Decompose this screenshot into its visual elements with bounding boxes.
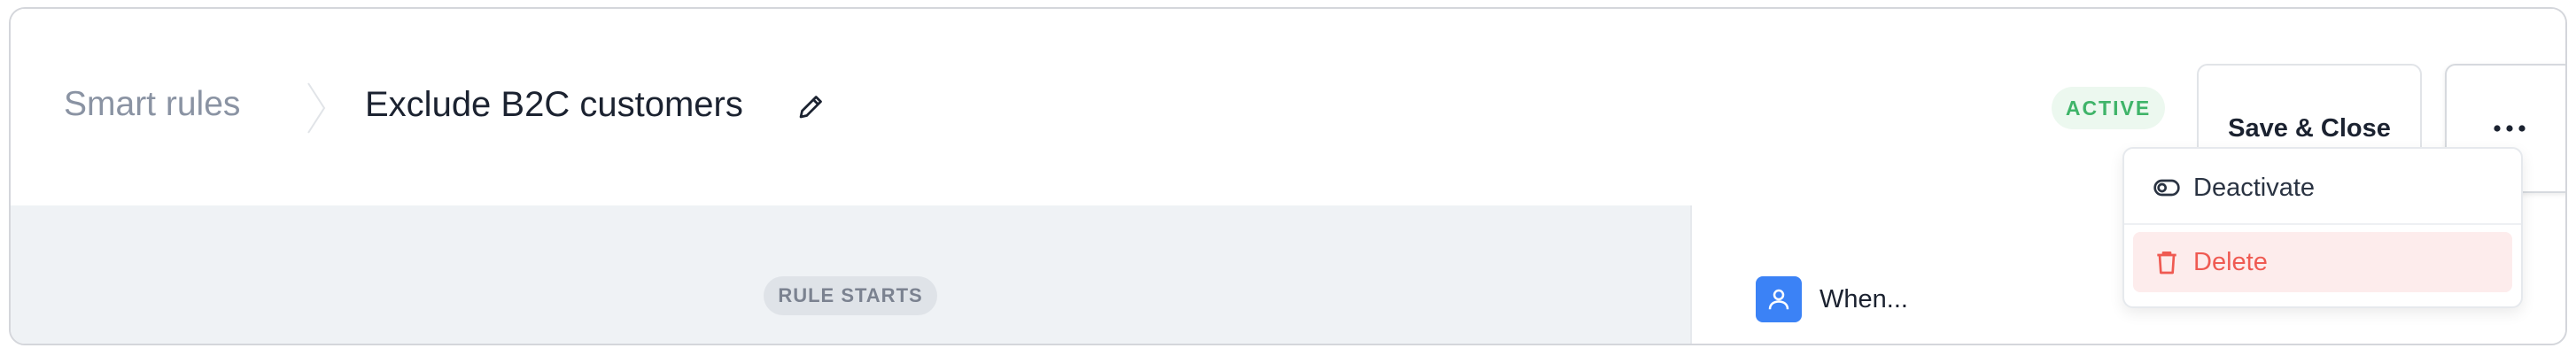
- rule-starts-badge: RULE STARTS: [764, 276, 937, 315]
- pencil-icon[interactable]: [795, 90, 827, 122]
- breadcrumb-root-link[interactable]: Smart rules: [64, 87, 240, 121]
- trash-icon: [2157, 252, 2176, 275]
- user-icon: [1756, 276, 1802, 322]
- when-label: When...: [1819, 285, 1908, 313]
- toggle-icon: [2153, 179, 2180, 197]
- menu-item-deactivate[interactable]: Deactivate: [2133, 158, 2512, 218]
- menu-item-delete[interactable]: Delete: [2133, 232, 2512, 292]
- menu-divider: [2124, 223, 2521, 225]
- menu-item-label: Delete: [2193, 247, 2268, 276]
- menu-item-label: Deactivate: [2193, 173, 2316, 202]
- page-title: Exclude B2C customers: [365, 85, 743, 124]
- more-options-menu: Deactivate Delete: [2122, 147, 2523, 308]
- breadcrumb-separator-icon: [307, 82, 326, 134]
- ellipsis-icon: [2494, 125, 2526, 132]
- status-badge: ACTIVE: [2052, 87, 2165, 129]
- rule-canvas[interactable]: RULE STARTS: [11, 205, 1690, 344]
